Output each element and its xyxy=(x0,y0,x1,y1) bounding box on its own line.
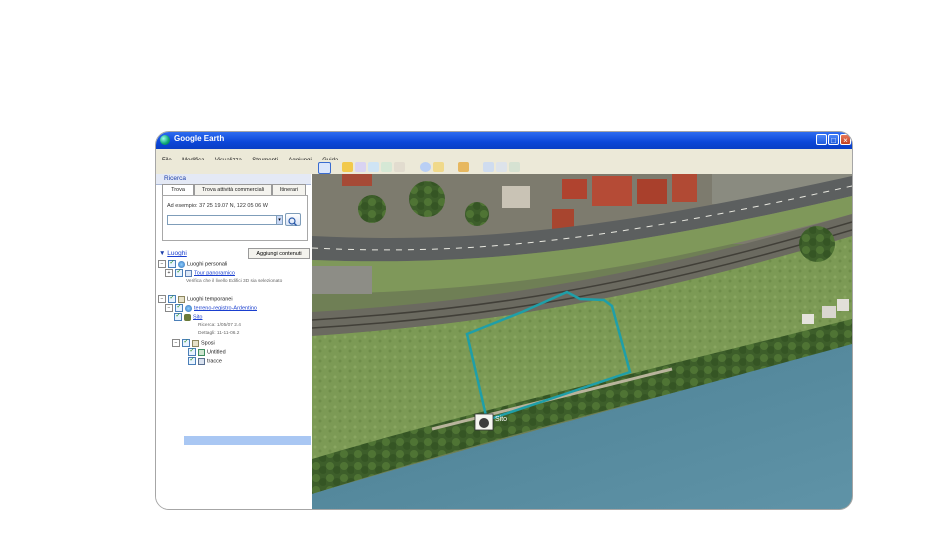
google-earth-icon xyxy=(160,135,170,145)
maximize-button[interactable]: □ xyxy=(828,134,839,145)
building-roof xyxy=(562,179,587,199)
parking-lot xyxy=(312,266,372,294)
globe-folder-icon xyxy=(178,260,185,268)
tree-item-label: Sito xyxy=(193,314,203,321)
tree-item-label: terreno-registro-Ardentino xyxy=(194,305,257,312)
collapse-icon[interactable]: − xyxy=(165,304,173,312)
tree-cluster xyxy=(409,181,445,217)
sunlight-icon[interactable] xyxy=(433,162,444,172)
title-bar: Google Earth _ □ × xyxy=(156,132,852,149)
tree-item-detail-text: Dettagli: 11-11-06.2 xyxy=(198,331,240,336)
add-content-button[interactable]: Aggiungi contenuti xyxy=(248,248,310,259)
search-dropdown-icon[interactable]: ▾ xyxy=(276,215,283,225)
search-header-label: Ricerca xyxy=(164,175,187,182)
record-tour-icon[interactable] xyxy=(394,162,405,172)
magnifier-icon xyxy=(288,217,297,226)
house xyxy=(802,314,814,324)
tree-cluster xyxy=(799,226,835,262)
tree-item-tracce[interactable]: ✓ tracce xyxy=(186,357,222,366)
tree-item-description-text: Verifica che il livello Edifici 3D sia s… xyxy=(186,279,283,284)
tree-item-label: Tour panoramico xyxy=(194,270,235,277)
tree-item-untitled[interactable]: ✓ Untitled xyxy=(186,348,226,357)
placemark-label: Sito xyxy=(495,416,507,423)
maps-icon[interactable] xyxy=(509,162,520,172)
tree-item-luoghi-personali[interactable]: − ✓ Luoghi personali xyxy=(158,260,227,269)
tree-item-sito-detail-2: Dettagli: 11-11-06.2 xyxy=(198,329,239,338)
tree-cluster xyxy=(465,202,489,226)
tree-item-label: Untitled xyxy=(207,349,226,356)
close-button[interactable]: × xyxy=(840,134,851,145)
left-panel: Ricerca Trova Trova attività commerciali… xyxy=(156,174,313,509)
bulldozer-icon xyxy=(479,418,489,428)
checkbox-icon[interactable]: ✓ xyxy=(182,339,190,347)
path-icon[interactable] xyxy=(368,162,379,172)
email-icon[interactable] xyxy=(483,162,494,172)
house xyxy=(822,306,836,318)
expand-icon[interactable]: + xyxy=(165,269,173,277)
collapse-icon[interactable]: − xyxy=(172,339,180,347)
tree-item-terreno[interactable]: − ✓ terreno-registro-Ardentino xyxy=(165,304,257,313)
tab-trova-attivita[interactable]: Trova attività commerciali xyxy=(194,184,272,195)
overlay-icon[interactable] xyxy=(381,162,392,172)
collapse-icon[interactable]: − xyxy=(158,260,166,268)
sky-icon[interactable] xyxy=(420,162,431,172)
path-icon xyxy=(198,348,205,356)
search-example-label: Ad esempio: 37 25 19.07 N, 122 05 06 W xyxy=(167,203,268,209)
checkbox-icon[interactable]: ✓ xyxy=(188,348,196,356)
building-roof xyxy=(672,174,697,202)
selection-highlight xyxy=(184,436,311,445)
collapse-icon[interactable]: − xyxy=(158,295,166,303)
screenshot-frame: Google Earth _ □ × File Modifica Visuali… xyxy=(155,131,853,510)
tree-item-label: Luoghi personali xyxy=(187,261,228,268)
ruler-icon[interactable] xyxy=(458,162,469,172)
toolbar xyxy=(312,160,852,174)
search-go-button[interactable] xyxy=(285,213,301,226)
building-roof xyxy=(637,179,667,204)
places-section-header: ▼ Luoghi Aggiungi contenuti xyxy=(156,248,311,259)
tree-item-label: tracce xyxy=(207,358,222,365)
tree-item-detail-text: Ricerca: 1/05/07 2.4 xyxy=(198,323,241,328)
window-title: Google Earth xyxy=(174,134,225,143)
minimize-button[interactable]: _ xyxy=(816,134,827,145)
search-panel: Ad esempio: 37 25 19.07 N, 122 05 06 W ▾ xyxy=(162,195,308,241)
placemark-icon[interactable] xyxy=(342,162,353,172)
checkbox-icon[interactable]: ✓ xyxy=(175,269,183,277)
house xyxy=(837,299,849,311)
folder-icon xyxy=(192,339,199,347)
checkbox-icon[interactable]: ✓ xyxy=(168,260,176,268)
folder-icon xyxy=(178,295,185,303)
tree-item-label: Sposi xyxy=(201,340,215,347)
site-placemark-icon xyxy=(184,313,191,321)
tab-itinerari[interactable]: Itinerari xyxy=(272,184,306,195)
tree-item-description: Verifica che il livello Edifici 3D sia s… xyxy=(186,277,282,286)
checkbox-icon[interactable]: ✓ xyxy=(175,304,183,312)
satellite-imagery[interactable]: Sito xyxy=(312,174,852,509)
checkbox-icon[interactable]: ✓ xyxy=(168,295,176,303)
places-header-text: Luoghi xyxy=(167,250,187,257)
left-toolbar-area xyxy=(156,160,312,174)
map-view[interactable]: Sito xyxy=(312,174,852,509)
globe-icon xyxy=(185,304,192,312)
tree-cluster xyxy=(358,195,386,223)
tour-icon xyxy=(185,269,192,277)
building-roof xyxy=(502,186,530,208)
tree-item-luoghi-temporanei[interactable]: − ✓ Luoghi temporanei xyxy=(158,295,233,304)
tree-item-label: Luoghi temporanei xyxy=(187,296,233,303)
sidebar-toggle-icon[interactable] xyxy=(318,162,331,174)
building-roof xyxy=(342,174,372,186)
checkbox-icon[interactable]: ✓ xyxy=(188,357,196,365)
track-icon xyxy=(198,357,205,365)
tree-item-sposi[interactable]: − ✓ Sposi xyxy=(172,339,215,348)
search-input[interactable] xyxy=(167,215,283,225)
print-icon[interactable] xyxy=(496,162,507,172)
checkbox-icon[interactable]: ✓ xyxy=(174,313,182,321)
building-roof xyxy=(592,176,632,206)
places-header-label[interactable]: ▼ Luoghi xyxy=(159,250,187,257)
polygon-icon[interactable] xyxy=(355,162,366,172)
